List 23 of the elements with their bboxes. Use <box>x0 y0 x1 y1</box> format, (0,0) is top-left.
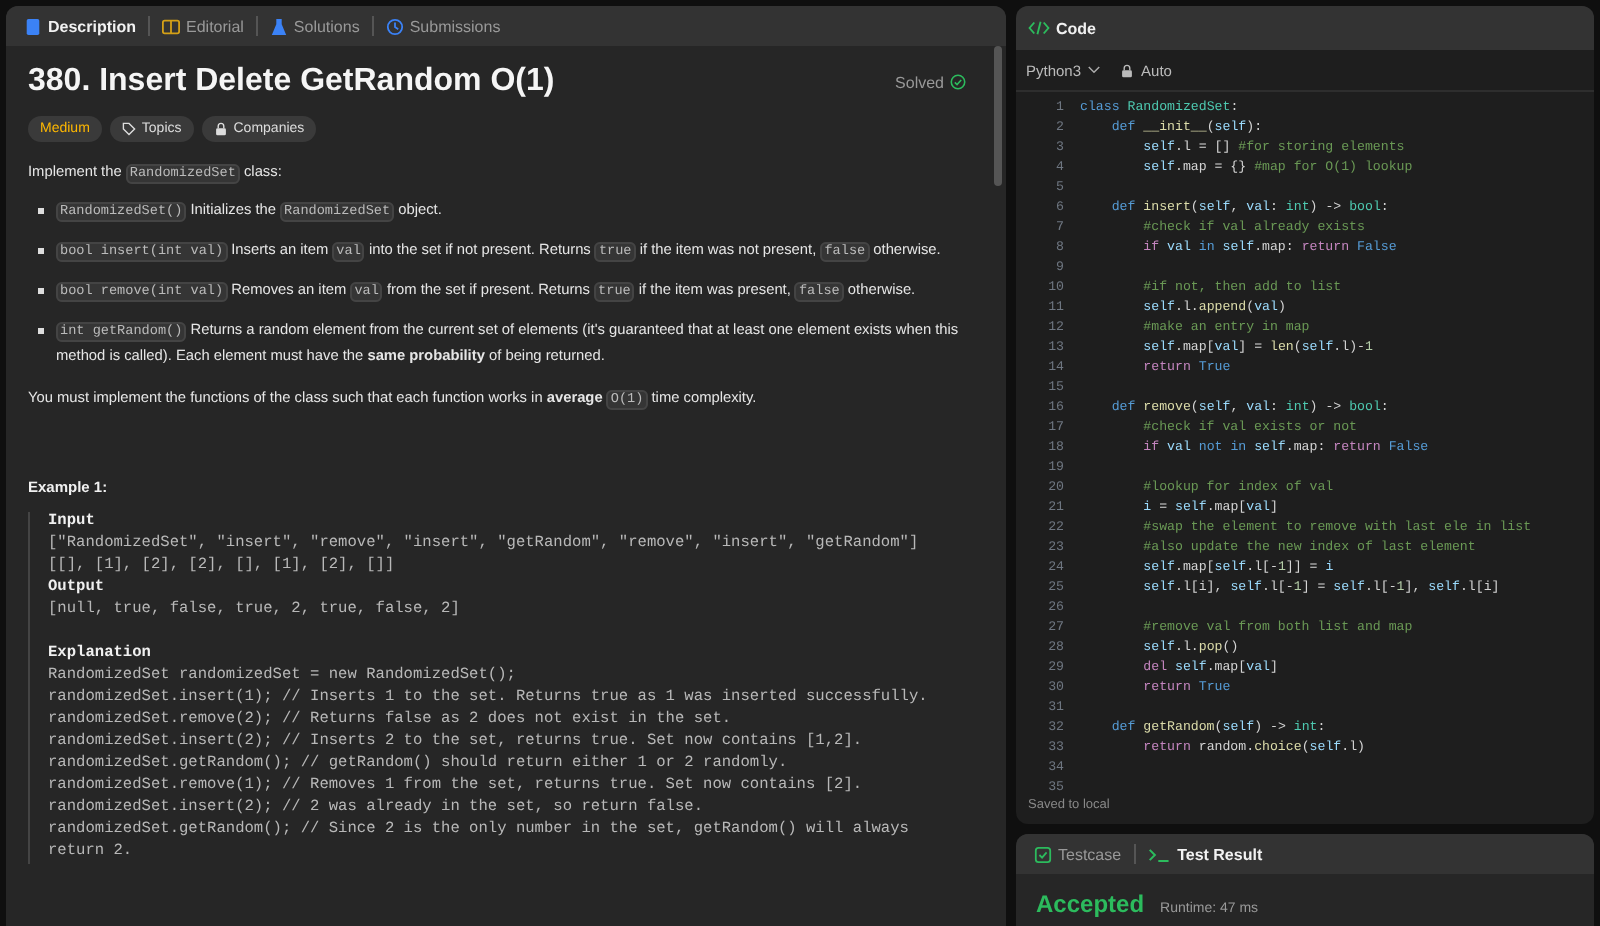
book-icon <box>162 17 181 35</box>
panel-tab[interactable]: Editorial <box>156 13 250 39</box>
panel-tab[interactable]: Submissions <box>379 13 507 39</box>
scrollbar[interactable] <box>994 46 1002 186</box>
clock-icon <box>385 17 404 35</box>
result-tab[interactable]: Testcase <box>1028 841 1128 867</box>
lock-icon <box>1119 63 1134 77</box>
panel-tab[interactable]: Description <box>18 13 143 39</box>
check-circle-icon <box>950 74 966 90</box>
verdict-text: Accepted <box>1036 890 1145 918</box>
tag-icon <box>121 122 136 136</box>
checkbox-icon <box>1034 845 1052 863</box>
lock-icon <box>213 122 228 136</box>
code-icon <box>1028 20 1050 36</box>
flask-icon <box>269 17 288 35</box>
terminal-icon <box>1147 845 1172 863</box>
chevron-down-icon <box>1087 66 1100 74</box>
problem-title: 380. Insert Delete GetRandom O(1) <box>28 64 557 100</box>
solved-status: Solved <box>895 73 944 91</box>
document-icon <box>24 17 42 35</box>
panel-tab[interactable]: Solutions <box>263 13 366 39</box>
result-tab[interactable]: Test Result <box>1141 841 1269 867</box>
editor-title: Code <box>1056 19 1096 37</box>
